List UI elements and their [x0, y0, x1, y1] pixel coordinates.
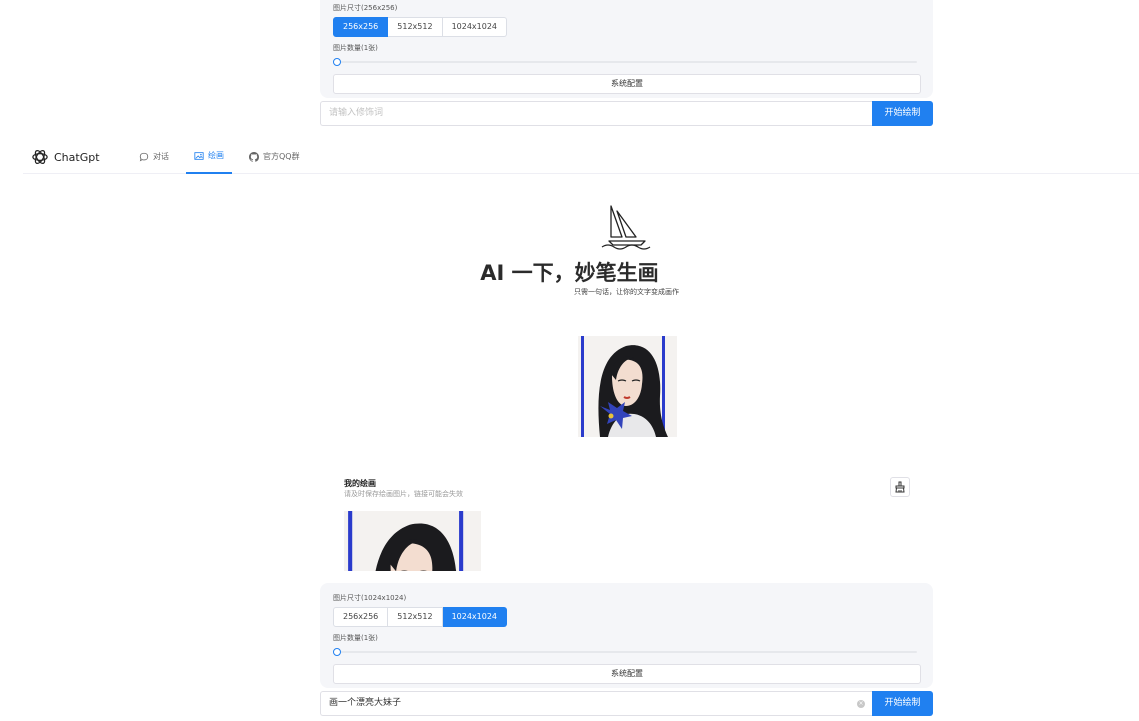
prompt-text: 画一个漂亮大妹子 — [329, 698, 402, 708]
hero-title: AI 一下，妙笔生画 — [480, 261, 659, 285]
slider-handle[interactable] — [333, 648, 341, 656]
start-drawing-button[interactable]: 开始绘制 — [872, 101, 933, 126]
openai-logo-icon — [32, 150, 48, 164]
size-option-256[interactable]: 256x256 — [333, 607, 389, 627]
image-icon — [194, 151, 204, 160]
start-drawing-button[interactable]: 开始绘制 — [872, 691, 933, 716]
hero-subtitle: 只需一句话，让你的文字变成画作 — [574, 288, 679, 296]
history-image-thumbnail[interactable] — [344, 511, 481, 571]
size-option-1024[interactable]: 1024x1024 — [442, 607, 508, 627]
nav-tab-label: 官方QQ群 — [263, 152, 300, 161]
size-option-256[interactable]: 256x256 — [333, 17, 389, 37]
size-option-512[interactable]: 512x512 — [388, 17, 443, 37]
prompt-input[interactable]: 请输入修饰词 — [320, 101, 872, 126]
size-option-512[interactable]: 512x512 — [388, 607, 443, 627]
app-name: ChatGpt — [54, 150, 100, 164]
image-size-selector: 256x256 512x512 1024x1024 — [333, 17, 508, 37]
my-drawings-hint: 请及时保存绘画图片，链接可能会失效 — [344, 490, 463, 498]
system-config-button[interactable]: 系统配置 — [333, 664, 921, 684]
generated-image-preview[interactable] — [578, 336, 677, 437]
size-option-1024[interactable]: 1024x1024 — [442, 17, 508, 37]
clear-drawings-button[interactable] — [890, 477, 910, 497]
main-nav: 对话 绘画 官方QQ群 — [131, 139, 317, 174]
image-size-label: 图片尺寸(1024x1024) — [333, 594, 407, 602]
broom-icon — [895, 481, 905, 493]
logo[interactable]: ChatGpt — [31, 148, 100, 166]
image-count-label: 图片数量(1张) — [333, 634, 378, 642]
slider-rail — [333, 61, 917, 63]
nav-tab-label: 绘画 — [208, 151, 224, 160]
bottom-prompt-row: 画一个漂亮大妹子 × 开始绘制 — [320, 691, 933, 716]
clear-input-icon[interactable]: × — [857, 700, 865, 708]
slider-handle[interactable] — [333, 58, 341, 66]
image-count-slider[interactable] — [333, 648, 917, 656]
slider-rail — [333, 651, 917, 653]
prompt-input[interactable]: 画一个漂亮大妹子 × — [320, 691, 872, 716]
top-prompt-row: 请输入修饰词 开始绘制 — [320, 101, 933, 126]
sailboat-icon — [601, 205, 651, 250]
github-icon — [249, 151, 259, 162]
my-drawings-title: 我的绘画 — [344, 479, 376, 488]
app-header: ChatGpt 对话 绘画 官方QQ群 — [23, 139, 1139, 174]
image-size-selector: 256x256 512x512 1024x1024 — [333, 607, 508, 627]
nav-tab-qq-group[interactable]: 官方QQ群 — [241, 139, 308, 174]
system-config-button[interactable]: 系统配置 — [333, 74, 921, 94]
nav-tab-label: 对话 — [153, 152, 169, 161]
image-size-label: 图片尺寸(256x256) — [333, 4, 398, 12]
image-count-label: 图片数量(1张) — [333, 44, 378, 52]
bottom-settings-panel: 图片尺寸(1024x1024) 256x256 512x512 1024x102… — [320, 583, 933, 688]
nav-tab-chat[interactable]: 对话 — [131, 139, 177, 174]
nav-tab-draw[interactable]: 绘画 — [186, 139, 232, 174]
chat-bubble-icon — [139, 152, 149, 161]
image-count-slider[interactable] — [333, 58, 917, 66]
top-settings-panel: 图片尺寸(256x256) 256x256 512x512 1024x1024 … — [320, 0, 933, 98]
